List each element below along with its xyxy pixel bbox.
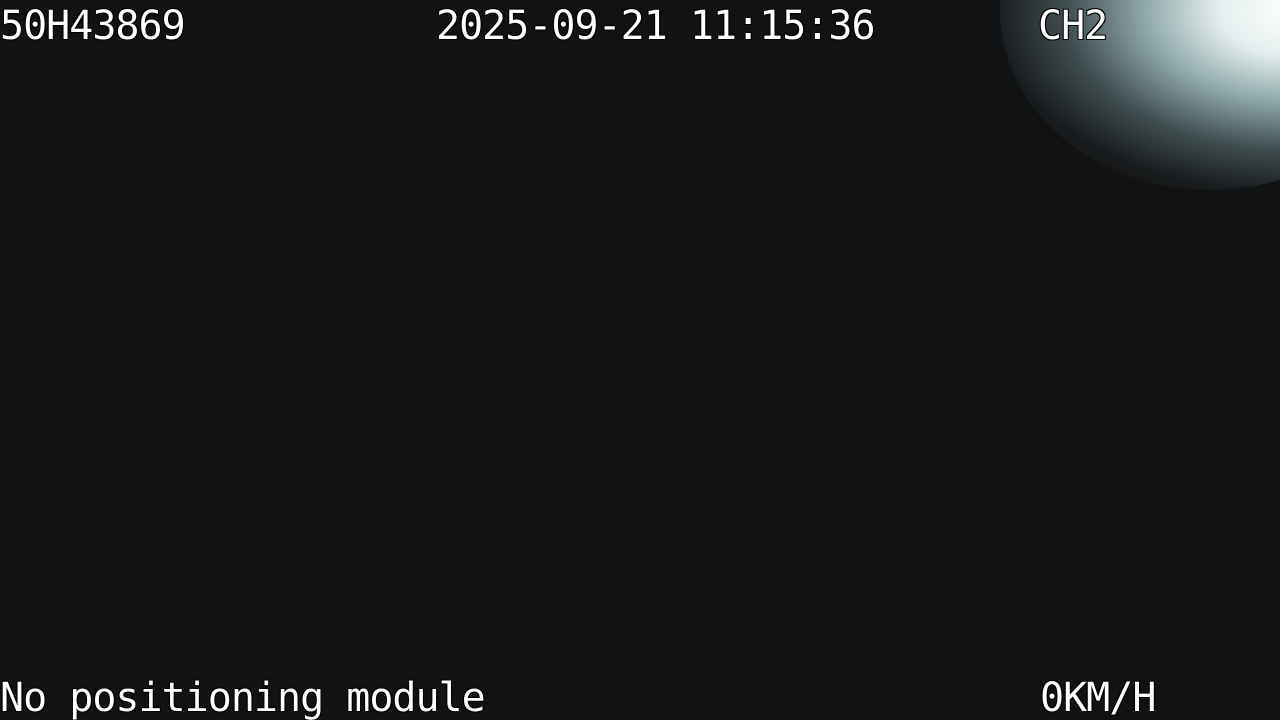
channel-label: CH2	[1038, 3, 1108, 49]
gps-status-label: No positioning module	[0, 675, 486, 720]
vehicle-id-label: 50H43869	[0, 3, 186, 49]
timestamp-label: 2025-09-21 11:15:36	[436, 3, 876, 49]
camera-feed: 50H43869 2025-09-21 11:15:36 CH2 No posi…	[0, 0, 1280, 720]
speed-label: 0KM/H	[1040, 675, 1156, 720]
